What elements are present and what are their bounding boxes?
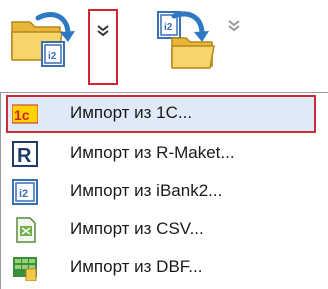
svg-text:i2: i2 xyxy=(19,188,28,200)
1c-logo-icon: 1c xyxy=(12,104,38,124)
import-dropdown-screen: i2 i2 1c Импорт из 1С... R Импорт из R-M… xyxy=(0,0,328,289)
chevron-double-down-icon xyxy=(228,20,240,32)
chevron-double-down-icon xyxy=(97,25,109,37)
r-maket-icon: R xyxy=(12,141,38,167)
svg-text:i2: i2 xyxy=(48,51,57,62)
svg-text:1c: 1c xyxy=(14,107,30,123)
import-menu: 1c Импорт из 1С... R Импорт из R-Maket..… xyxy=(0,92,328,289)
dbf-file-icon xyxy=(13,257,37,281)
menu-item-label: Импорт из iBank2... xyxy=(70,181,223,200)
export-button[interactable]: i2 xyxy=(152,8,224,72)
menu-item-label: Импорт из R-Maket... xyxy=(70,143,235,162)
menu-item-label: Импорт из DBF... xyxy=(70,257,203,276)
folder-import-icon: i2 xyxy=(11,12,75,67)
svg-text:i2: i2 xyxy=(164,22,173,33)
menu-left-border xyxy=(0,93,1,289)
csv-file-icon xyxy=(16,217,36,243)
import-button[interactable]: i2 xyxy=(8,8,80,72)
export-dropdown-toggle[interactable] xyxy=(226,18,252,44)
menu-item-import-1c[interactable]: 1c Импорт из 1С... xyxy=(6,95,316,133)
folder-export-icon: i2 xyxy=(157,11,215,69)
svg-text:R: R xyxy=(17,145,32,167)
menu-item-import-ibank2[interactable]: i2 Импорт из iBank2... xyxy=(6,173,316,211)
toolbar: i2 i2 xyxy=(0,0,328,90)
menu-item-label: Импорт из CSV... xyxy=(70,219,204,238)
menu-item-import-dbf[interactable]: Импорт из DBF... xyxy=(6,249,316,287)
menu-item-import-csv[interactable]: Импорт из CSV... xyxy=(6,211,316,249)
ibank2-icon: i2 xyxy=(12,179,38,205)
import-dropdown-toggle[interactable] xyxy=(88,9,118,85)
menu-item-label: Импорт из 1С... xyxy=(70,103,193,122)
menu-item-import-r-maket[interactable]: R Импорт из R-Maket... xyxy=(6,135,316,173)
